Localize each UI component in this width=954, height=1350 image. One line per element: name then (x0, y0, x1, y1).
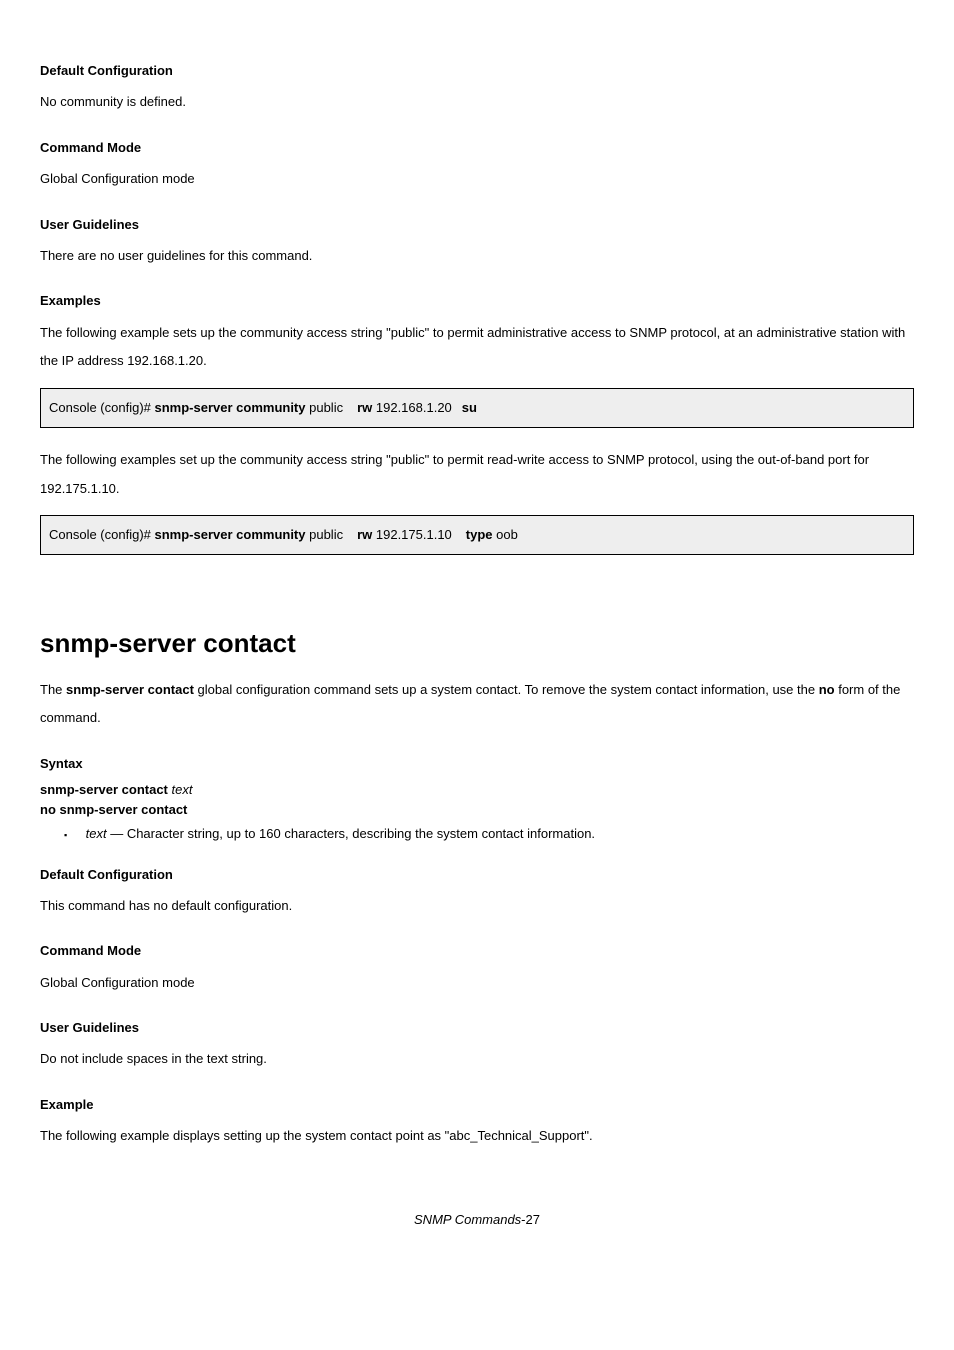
example-text: The following example displays setting u… (40, 1122, 914, 1151)
section-title-default-config-2: Default Configuration (40, 866, 914, 884)
examples-para-2: The following examples set up the commun… (40, 446, 914, 503)
command-mode-text-2: Global Configuration mode (40, 969, 914, 998)
default-config-text-2: This command has no default configuratio… (40, 892, 914, 921)
contact-intro-pre: The (40, 682, 66, 697)
section-title-examples: Examples (40, 292, 914, 310)
section-title-command-mode-1: Command Mode (40, 139, 914, 157)
page-prefix: SNMP Commands (414, 1212, 521, 1227)
section-title-user-guidelines-1: User Guidelines (40, 216, 914, 234)
contact-intro-post: global configuration command sets up a s… (194, 682, 819, 697)
parameter-list: text — Character string, up to 160 chara… (40, 825, 914, 843)
syntax-line-2: no snmp-server contact (40, 801, 914, 819)
command-heading-snmp-server-contact: snmp-server contact (40, 625, 914, 661)
section-title-default-config: Default Configuration (40, 62, 914, 80)
contact-intro-cmd: snmp-server contact (66, 682, 194, 697)
code2-arg2: 192.175.1.10 (376, 527, 452, 542)
section-title-user-guidelines-2: User Guidelines (40, 1019, 914, 1037)
user-guidelines-text-2: Do not include spaces in the text string… (40, 1045, 914, 1074)
code1-cmd: snmp-server community (155, 400, 310, 415)
code1-su: rw (357, 400, 376, 415)
contact-intro: The snmp-server contact global configura… (40, 676, 914, 733)
page-number: -27 (521, 1212, 540, 1227)
page-footer: SNMP Commands-27 (40, 1211, 914, 1229)
code2-type: type (466, 527, 496, 542)
code1-prompt: Console (config)# (49, 400, 155, 415)
param-name: text (86, 826, 107, 841)
contact-intro-no: no (819, 682, 835, 697)
param-desc: — Character string, up to 160 characters… (107, 826, 595, 841)
syntax-line-1: snmp-server contact text (40, 781, 914, 799)
code-example-1: Console (config)# snmp-server community … (40, 388, 914, 428)
syntax-line1-b: text (172, 782, 193, 797)
code1-arg2: 192.168.1.20 (376, 400, 452, 415)
default-config-text: No community is defined. (40, 88, 914, 117)
user-guidelines-text-1: There are no user guidelines for this co… (40, 242, 914, 271)
syntax-line1-a: snmp-server contact (40, 782, 172, 797)
code2-cmd: snmp-server community (155, 527, 310, 542)
examples-para-1: The following example sets up the commun… (40, 319, 914, 376)
code2-prompt: Console (config)# (49, 527, 155, 542)
section-title-syntax: Syntax (40, 755, 914, 773)
code-example-2: Console (config)# snmp-server community … (40, 515, 914, 555)
code2-arg1: public (309, 527, 343, 542)
code2-rw: rw (357, 527, 376, 542)
command-mode-text-1: Global Configuration mode (40, 165, 914, 194)
code1-arg1: public (309, 400, 343, 415)
section-title-command-mode-2: Command Mode (40, 942, 914, 960)
code2-arg3: oob (496, 527, 518, 542)
section-title-example: Example (40, 1096, 914, 1114)
param-item-text: text — Character string, up to 160 chara… (64, 825, 914, 843)
code1-tail: su (462, 400, 477, 415)
